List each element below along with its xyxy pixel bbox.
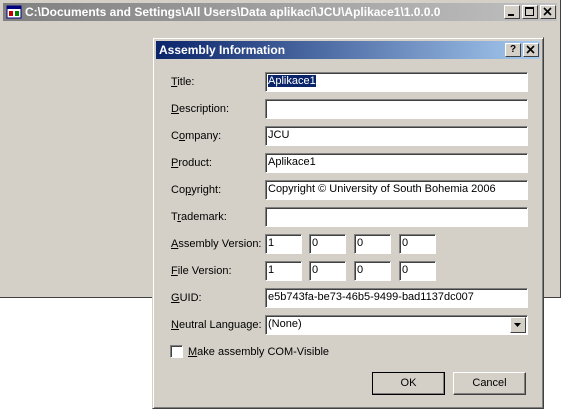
chevron-down-icon [514,323,521,327]
assembly-information-dialog: Assembly Information ? Title: Aplikace1 … [152,37,544,409]
description-field[interactable] [265,99,528,119]
neutral-language-value: (None) [268,318,302,330]
copyright-label: Copyright: [171,184,222,196]
title-label: Title: [171,76,195,88]
dialog-title: Assembly Information [159,43,286,57]
main-close-button[interactable] [540,5,556,19]
file-version-build[interactable]: 0 [354,261,391,281]
minimize-icon [508,14,514,16]
product-field[interactable]: Aplikace1 [265,153,528,173]
com-visible-checkbox[interactable] [170,345,183,358]
trademark-label: Trademark: [171,211,227,223]
close-icon [526,45,535,54]
guid-label: GUID: [171,292,202,304]
file-version-minor[interactable]: 0 [309,261,346,281]
trademark-field[interactable] [265,207,528,227]
dialog-close-button[interactable] [523,43,539,57]
minimize-button[interactable] [504,5,520,19]
main-window-title: C:\Documents and Settings\All Users\Data… [25,5,441,19]
guid-field[interactable]: e5b743fa-be73-46b5-9499-bad1137dc007 [265,288,528,308]
assembly-version-build[interactable]: 0 [354,234,391,254]
com-visible-label[interactable]: Make assembly COM-Visible [188,346,329,358]
assembly-version-label: Assembly Version: [171,238,262,250]
dialog-title-bar[interactable]: Assembly Information ? [156,41,540,59]
cancel-button[interactable]: Cancel [453,372,526,395]
file-version-label: File Version: [171,265,232,277]
company-label: Company: [171,130,222,142]
file-version-major[interactable]: 1 [265,261,302,281]
product-label: Product: [171,157,212,169]
main-title-bar[interactable]: C:\Documents and Settings\All Users\Data… [3,3,557,21]
ok-button[interactable]: OK [372,372,445,395]
maximize-icon [525,7,534,16]
help-button[interactable]: ? [505,43,521,57]
neutral-language-label: Neutral Language: [171,319,262,331]
assembly-version-major[interactable]: 1 [265,234,302,254]
description-label: Description: [171,103,230,115]
maximize-button[interactable] [522,5,538,19]
copyright-field[interactable]: Copyright © University of South Bohemia … [265,180,528,200]
dropdown-button[interactable] [510,317,526,333]
help-icon: ? [509,44,517,55]
file-version-revision[interactable]: 0 [399,261,436,281]
neutral-language-select[interactable]: (None) [265,315,528,335]
title-field[interactable]: Aplikace1 [265,72,528,92]
app-icon[interactable] [6,4,22,20]
assembly-version-revision[interactable]: 0 [399,234,436,254]
close-icon [543,7,552,16]
assembly-version-minor[interactable]: 0 [309,234,346,254]
company-field[interactable]: JCU [265,126,528,146]
